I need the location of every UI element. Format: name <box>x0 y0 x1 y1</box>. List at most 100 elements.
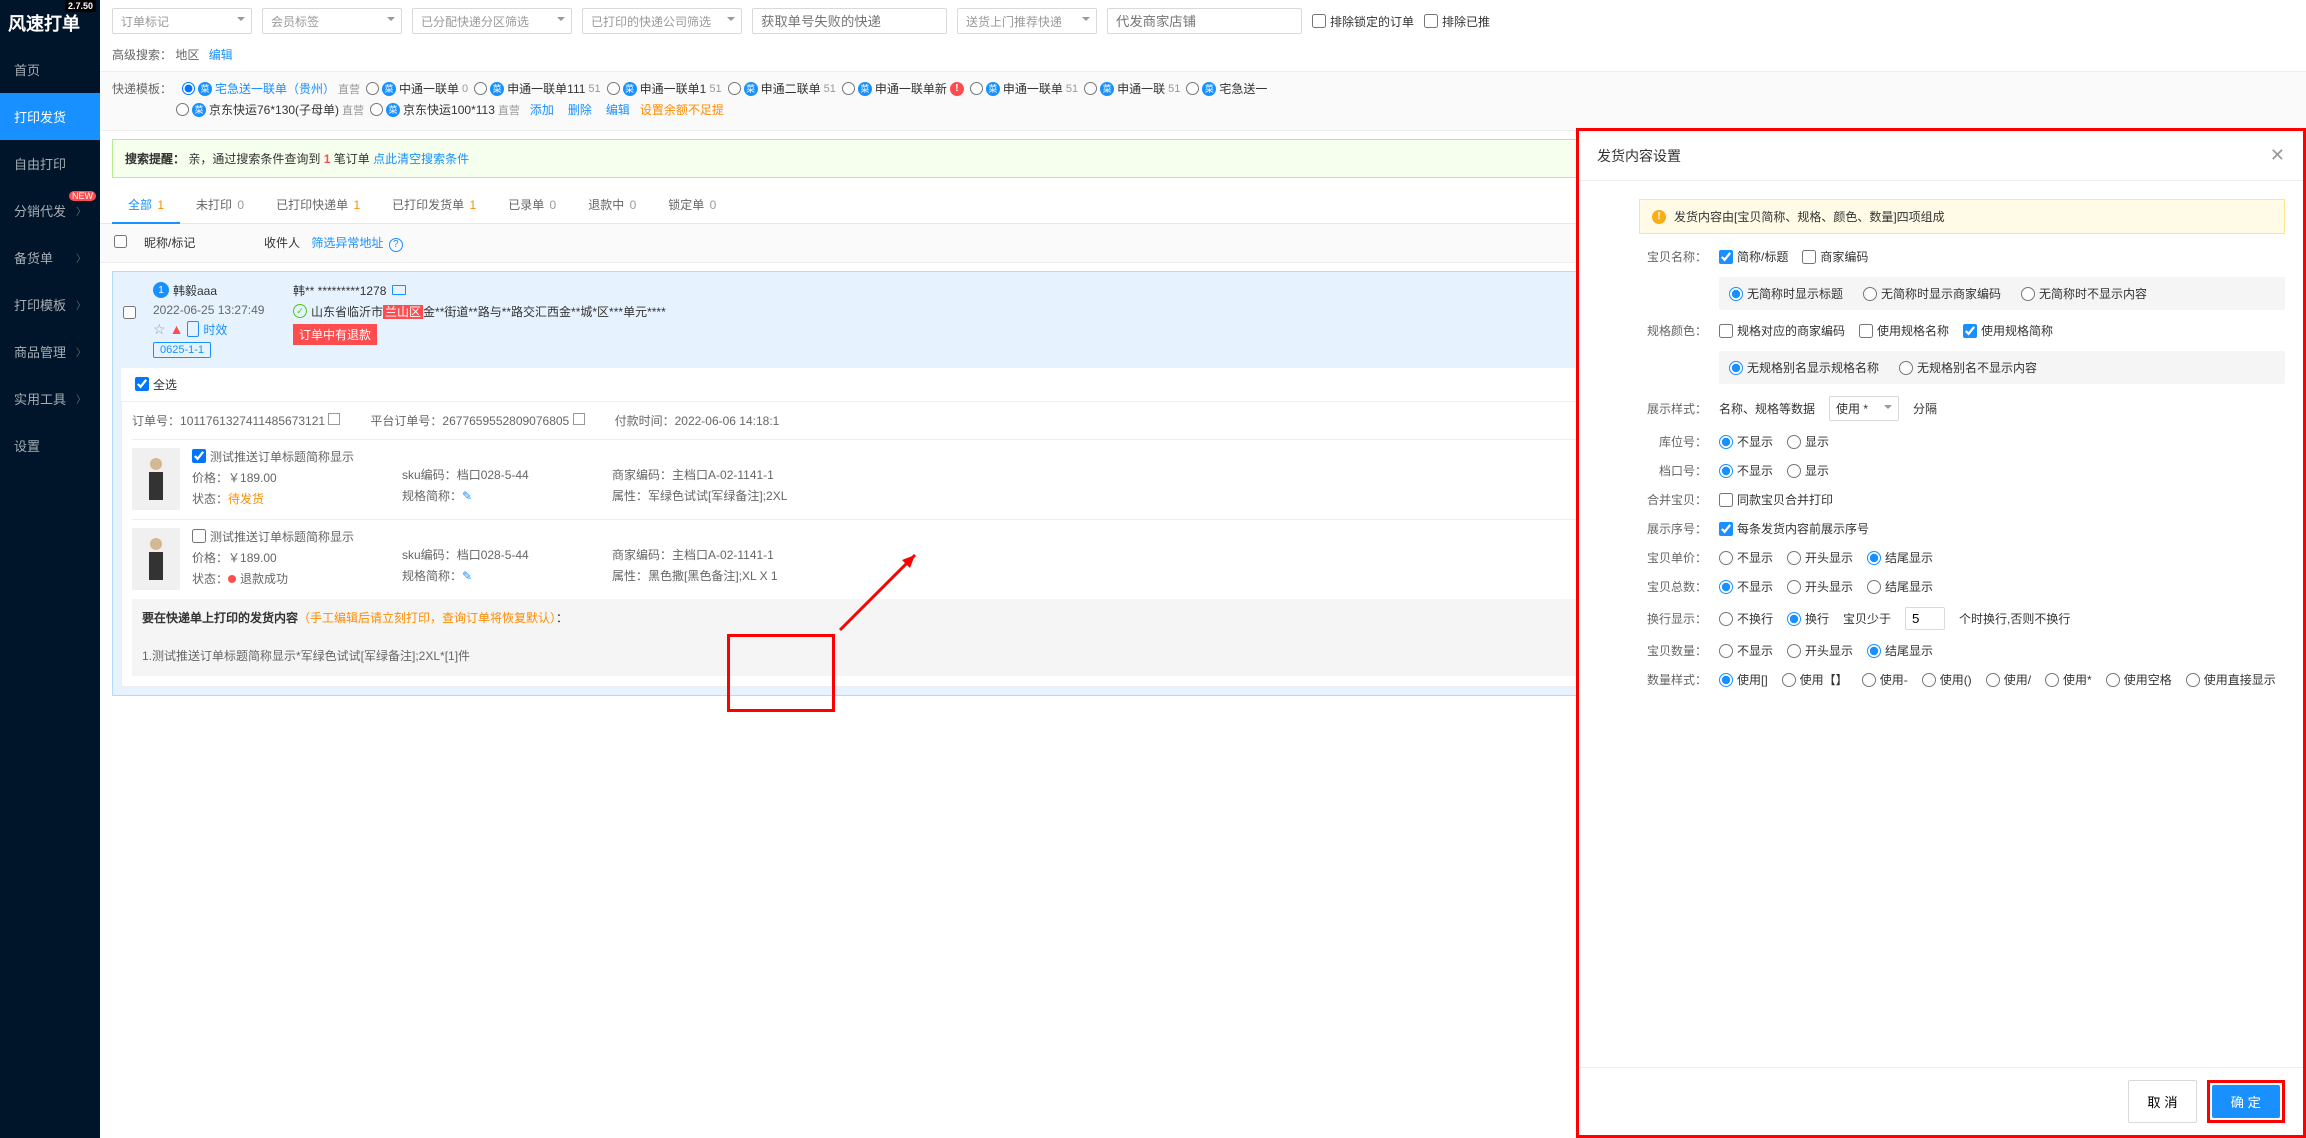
sidebar-item-templates[interactable]: 打印模板〉 <box>0 281 100 328</box>
radio-total-hide[interactable]: 不显示 <box>1719 578 1773 595</box>
radio-ns-4[interactable]: 使用() <box>1922 671 1972 688</box>
radio-qty-head[interactable]: 开头显示 <box>1787 642 1853 659</box>
close-icon[interactable]: ✕ <box>2270 145 2285 166</box>
chk-sequence[interactable]: 每条发货内容前展示序号 <box>1719 520 1869 537</box>
tab-refunding[interactable]: 退款中 0 <box>572 186 652 223</box>
filter-failed-tracking[interactable] <box>752 8 947 34</box>
tab-locked[interactable]: 锁定单 0 <box>652 186 732 223</box>
filter-assigned-zone[interactable]: 已分配快递分区筛选 <box>412 8 572 34</box>
radio-ns-2[interactable]: 使用【】 <box>1782 671 1848 688</box>
template-jd-100[interactable]: 菜京东快运100*113直营 <box>370 101 520 118</box>
order-checkbox[interactable] <box>123 306 136 319</box>
buyer-icon: 1 <box>153 282 169 298</box>
chk-short-title[interactable]: 简称/标题 <box>1719 248 1788 265</box>
template-zjs-cut[interactable]: 菜宅急送一 <box>1186 80 1267 97</box>
tab-printed-ship[interactable]: 已打印发货单 1 <box>376 186 492 223</box>
template-sto1[interactable]: 菜申通一联单151 <box>607 80 722 97</box>
sidebar-item-free-print[interactable]: 自由打印 <box>0 140 100 187</box>
exclude-locked-checkbox[interactable]: 排除锁定的订单 <box>1312 13 1414 30</box>
tab-unprinted[interactable]: 未打印 0 <box>180 186 260 223</box>
separator-select[interactable]: 使用 * <box>1829 396 1899 421</box>
time-efficiency-link[interactable]: 时效 <box>203 321 227 338</box>
radio-ns-6[interactable]: 使用* <box>2045 671 2092 688</box>
radio-ns-8[interactable]: 使用直接显示 <box>2186 671 2276 688</box>
product-checkbox[interactable]: 测试推送订单标题简称显示 <box>192 448 372 465</box>
exclude-pushed-checkbox[interactable]: 排除已推 <box>1424 13 1490 30</box>
template-sto-single[interactable]: 菜申通一联单51 <box>970 80 1078 97</box>
sidebar: 风速打单 2.7.50 首页 打印发货 自由打印 分销代发NEW〉 备货单〉 打… <box>0 0 100 1138</box>
radio-nospec-none[interactable]: 无规格别名不显示内容 <box>1899 359 2037 376</box>
chk-merge[interactable]: 同款宝贝合并打印 <box>1719 491 1833 508</box>
template-sto-cut[interactable]: 菜申通一联51 <box>1084 80 1180 97</box>
template-sto-new[interactable]: 菜申通一联单新! <box>842 80 964 97</box>
radio-noshort-merchant[interactable]: 无简称时显示商家编码 <box>1863 285 2001 302</box>
radio-price-head[interactable]: 开头显示 <box>1787 549 1853 566</box>
mail-icon[interactable] <box>392 285 406 295</box>
radio-noshort-title[interactable]: 无简称时显示标题 <box>1729 285 1843 302</box>
sidebar-item-print-ship[interactable]: 打印发货 <box>0 93 100 140</box>
radio-price-hide[interactable]: 不显示 <box>1719 549 1773 566</box>
radio-dock-show[interactable]: 显示 <box>1787 462 1829 479</box>
radio-ns-7[interactable]: 使用空格 <box>2106 671 2172 688</box>
company-icon: 菜 <box>192 103 206 117</box>
company-icon: 菜 <box>382 82 396 96</box>
chk-merchant-code[interactable]: 商家编码 <box>1802 248 1868 265</box>
confirm-button[interactable]: 确 定 <box>2212 1085 2280 1118</box>
template-delete-link[interactable]: 删除 <box>568 101 592 118</box>
chk-spec-merchant[interactable]: 规格对应的商家编码 <box>1719 322 1845 339</box>
copy-icon[interactable] <box>573 413 585 425</box>
template-add-link[interactable]: 添加 <box>530 101 554 118</box>
filter-member-tag[interactable]: 会员标签 <box>262 8 402 34</box>
template-jd-76[interactable]: 菜京东快运76*130(子母单)直营 <box>176 101 364 118</box>
sidebar-item-settings[interactable]: 设置 <box>0 422 100 469</box>
template-zto[interactable]: 菜中通一联单0 <box>366 80 468 97</box>
radio-ns-3[interactable]: 使用- <box>1862 671 1908 688</box>
sidebar-item-products[interactable]: 商品管理〉 <box>0 328 100 375</box>
wrap-count-input[interactable] <box>1905 607 1945 630</box>
radio-ns-5[interactable]: 使用/ <box>1986 671 2031 688</box>
star-icon[interactable]: ☆ <box>153 321 166 338</box>
template-sto-double[interactable]: 菜申通二联单51 <box>728 80 836 97</box>
filter-proxy-shop[interactable] <box>1107 8 1302 34</box>
template-zjs-guizhou[interactable]: 菜宅急送一联单（贵州）直营 <box>182 80 360 97</box>
sidebar-item-distribution[interactable]: 分销代发NEW〉 <box>0 187 100 234</box>
chk-spec-name[interactable]: 使用规格名称 <box>1859 322 1949 339</box>
filter-order-mark[interactable]: 订单标记 <box>112 8 252 34</box>
radio-dock-hide[interactable]: 不显示 <box>1719 462 1773 479</box>
phone-icon[interactable] <box>187 321 199 337</box>
radio-nospec-name[interactable]: 无规格别名显示规格名称 <box>1729 359 1879 376</box>
radio-wrap-no[interactable]: 不换行 <box>1719 610 1773 627</box>
sidebar-item-stock[interactable]: 备货单〉 <box>0 234 100 281</box>
tab-recorded[interactable]: 已录单 0 <box>492 186 572 223</box>
select-all-checkbox[interactable] <box>114 235 127 248</box>
tab-all[interactable]: 全部 1 <box>112 186 180 223</box>
cancel-button[interactable]: 取 消 <box>2128 1080 2196 1123</box>
product-checkbox[interactable]: 测试推送订单标题简称显示 <box>192 528 372 545</box>
sidebar-item-tools[interactable]: 实用工具〉 <box>0 375 100 422</box>
filter-printed-express[interactable]: 已打印的快递公司筛选 <box>582 8 742 34</box>
radio-qty-tail[interactable]: 结尾显示 <box>1867 642 1933 659</box>
adv-edit-link[interactable]: 编辑 <box>209 48 233 62</box>
edit-icon[interactable]: ✎ <box>462 489 472 503</box>
chk-spec-short[interactable]: 使用规格简称 <box>1963 322 2053 339</box>
filter-abnormal-addr-link[interactable]: 筛选异常地址 <box>311 236 383 250</box>
radio-ns-1[interactable]: 使用[] <box>1719 671 1768 688</box>
radio-qty-hide[interactable]: 不显示 <box>1719 642 1773 659</box>
radio-noshort-none[interactable]: 无简称时不显示内容 <box>2021 285 2147 302</box>
sidebar-item-home[interactable]: 首页 <box>0 46 100 93</box>
radio-wrap-yes[interactable]: 换行 <box>1787 610 1829 627</box>
clear-search-link[interactable]: 点此清空搜索条件 <box>373 152 469 166</box>
filter-home-delivery[interactable]: 送货上门推荐快递 <box>957 8 1097 34</box>
template-sto111[interactable]: 菜申通一联单11151 <box>474 80 601 97</box>
radio-loc-show[interactable]: 显示 <box>1787 433 1829 450</box>
template-balance-link[interactable]: 设置余额不足提 <box>640 101 724 118</box>
radio-loc-hide[interactable]: 不显示 <box>1719 433 1773 450</box>
template-edit-link[interactable]: 编辑 <box>606 101 630 118</box>
edit-icon[interactable]: ✎ <box>462 569 472 583</box>
radio-price-tail[interactable]: 结尾显示 <box>1867 549 1933 566</box>
radio-total-tail[interactable]: 结尾显示 <box>1867 578 1933 595</box>
radio-total-head[interactable]: 开头显示 <box>1787 578 1853 595</box>
warning-icon[interactable]: ▲ <box>170 321 184 337</box>
tab-printed-express[interactable]: 已打印快递单 1 <box>260 186 376 223</box>
copy-icon[interactable] <box>328 413 340 425</box>
